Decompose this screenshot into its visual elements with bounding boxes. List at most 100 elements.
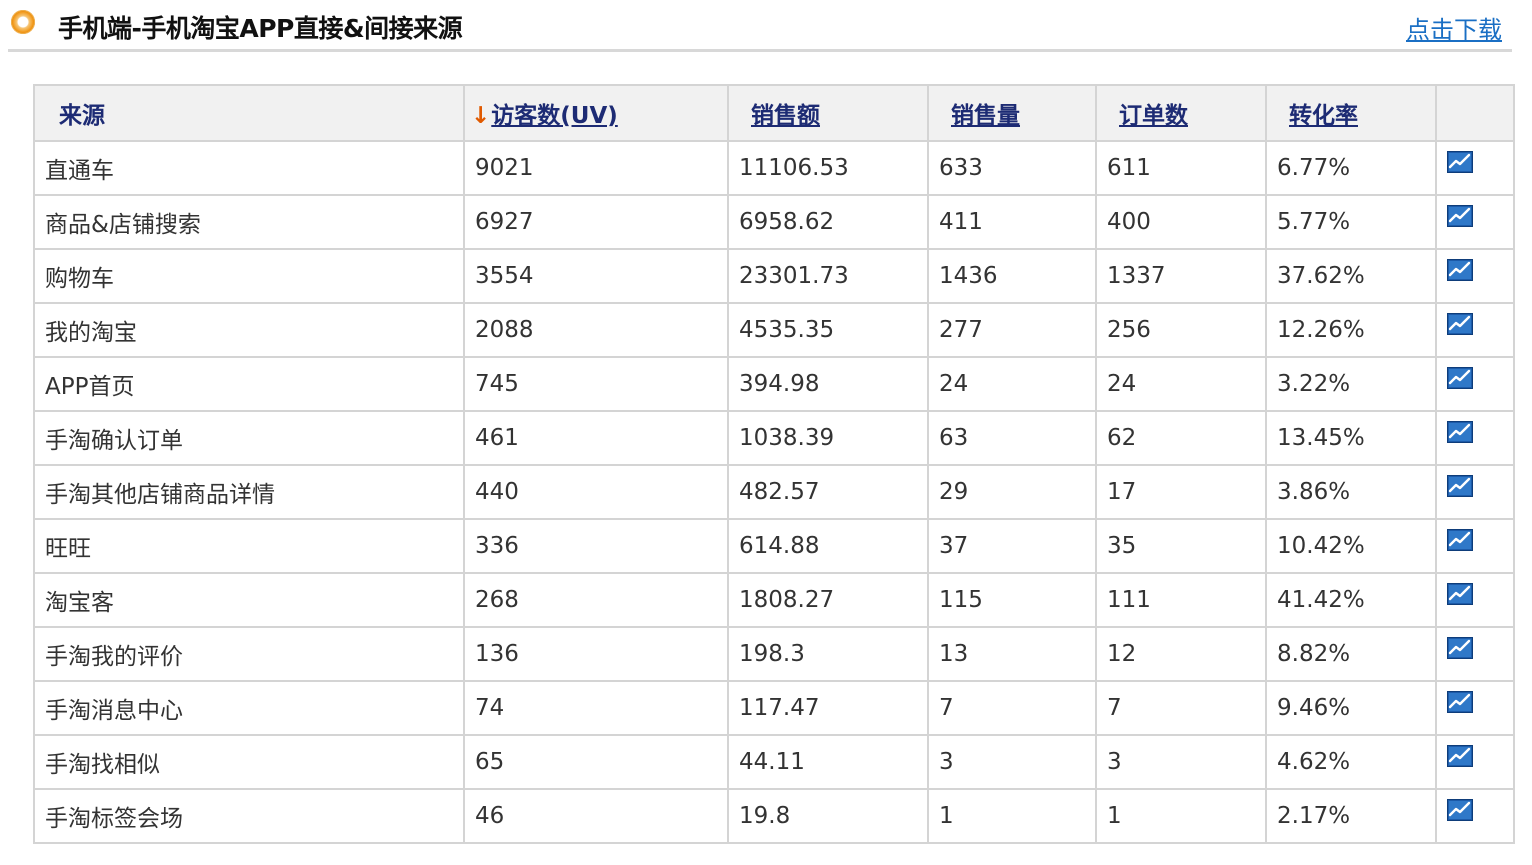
orders-cell: 35 xyxy=(1095,518,1267,574)
source-cell: 旺旺 xyxy=(33,518,465,574)
sales-amount-cell: 19.8 xyxy=(727,788,929,844)
trend-chart-icon[interactable] xyxy=(1447,690,1473,713)
trend-cell xyxy=(1435,572,1515,628)
column-header-orders[interactable]: 订单数 xyxy=(1095,84,1267,142)
sort-link-visitors[interactable]: 访客数(UV) xyxy=(491,103,618,129)
orange-bullet-icon xyxy=(11,10,35,34)
conversion-cell: 37.62% xyxy=(1265,248,1437,304)
trend-cell xyxy=(1435,626,1515,682)
trend-chart-icon[interactable] xyxy=(1447,636,1473,659)
visitors-cell: 74 xyxy=(463,680,729,736)
table-row: 手淘我的评价 136 198.3 13 12 8.82% xyxy=(33,626,1515,682)
table-row: 商品&店铺搜索 6927 6958.62 411 400 5.77% xyxy=(33,194,1515,250)
table-row: 手淘消息中心 74 117.47 7 7 9.46% xyxy=(33,680,1515,736)
table-row: 手淘找相似 65 44.11 3 3 4.62% xyxy=(33,734,1515,790)
visitors-cell: 461 xyxy=(463,410,729,466)
orders-cell: 24 xyxy=(1095,356,1267,412)
trend-cell xyxy=(1435,410,1515,466)
sales-volume-cell: 115 xyxy=(927,572,1097,628)
table-row: 我的淘宝 2088 4535.35 277 256 12.26% xyxy=(33,302,1515,358)
sales-amount-cell: 394.98 xyxy=(727,356,929,412)
column-header-trend xyxy=(1435,84,1515,142)
trend-cell xyxy=(1435,464,1515,520)
conversion-cell: 13.45% xyxy=(1265,410,1437,466)
trend-cell xyxy=(1435,734,1515,790)
column-header-sales-volume[interactable]: 销售量 xyxy=(927,84,1097,142)
visitors-cell: 336 xyxy=(463,518,729,574)
sales-volume-cell: 37 xyxy=(927,518,1097,574)
visitors-cell: 9021 xyxy=(463,140,729,196)
visitors-cell: 46 xyxy=(463,788,729,844)
visitors-cell: 2088 xyxy=(463,302,729,358)
trend-chart-icon[interactable] xyxy=(1447,420,1473,443)
source-cell: 手淘其他店铺商品详情 xyxy=(33,464,465,520)
trend-cell xyxy=(1435,302,1515,358)
trend-chart-icon[interactable] xyxy=(1447,744,1473,767)
sales-volume-cell: 633 xyxy=(927,140,1097,196)
trend-chart-icon[interactable] xyxy=(1447,150,1473,173)
trend-chart-icon[interactable] xyxy=(1447,366,1473,389)
trend-chart-icon[interactable] xyxy=(1447,258,1473,281)
table-row: 直通车 9021 11106.53 633 611 6.77% xyxy=(33,140,1515,196)
visitors-cell: 136 xyxy=(463,626,729,682)
trend-cell xyxy=(1435,518,1515,574)
conversion-cell: 12.26% xyxy=(1265,302,1437,358)
trend-cell xyxy=(1435,356,1515,412)
sales-amount-cell: 1808.27 xyxy=(727,572,929,628)
visitors-cell: 65 xyxy=(463,734,729,790)
trend-chart-icon[interactable] xyxy=(1447,312,1473,335)
conversion-cell: 8.82% xyxy=(1265,626,1437,682)
sort-link-sales-volume[interactable]: 销售量 xyxy=(951,103,1020,129)
column-header-visitors[interactable]: ↓访客数(UV) xyxy=(463,84,729,142)
trend-chart-icon[interactable] xyxy=(1447,528,1473,551)
source-cell: 商品&店铺搜索 xyxy=(33,194,465,250)
conversion-cell: 9.46% xyxy=(1265,680,1437,736)
sales-amount-cell: 44.11 xyxy=(727,734,929,790)
sales-volume-cell: 1 xyxy=(927,788,1097,844)
conversion-cell: 5.77% xyxy=(1265,194,1437,250)
trend-chart-icon[interactable] xyxy=(1447,582,1473,605)
visitors-cell: 745 xyxy=(463,356,729,412)
trend-chart-icon[interactable] xyxy=(1447,204,1473,227)
table-row: 购物车 3554 23301.73 1436 1337 37.62% xyxy=(33,248,1515,304)
orders-cell: 1 xyxy=(1095,788,1267,844)
section-title-bar: 手机端-手机淘宝APP直接&间接来源 点击下载 xyxy=(8,0,1512,52)
source-cell: 手淘找相似 xyxy=(33,734,465,790)
trend-cell xyxy=(1435,194,1515,250)
sales-amount-cell: 4535.35 xyxy=(727,302,929,358)
sales-amount-cell: 614.88 xyxy=(727,518,929,574)
sort-link-sales-amount[interactable]: 销售额 xyxy=(751,103,820,129)
orders-cell: 12 xyxy=(1095,626,1267,682)
table-row: 手淘标签会场 46 19.8 1 1 2.17% xyxy=(33,788,1515,844)
conversion-cell: 3.22% xyxy=(1265,356,1437,412)
sales-amount-cell: 23301.73 xyxy=(727,248,929,304)
sales-volume-cell: 3 xyxy=(927,734,1097,790)
traffic-source-table: 来源 ↓访客数(UV) 销售额 销售量 订单数 转化率 直通车 9021 11106… xyxy=(33,84,1515,844)
trend-cell xyxy=(1435,788,1515,844)
sales-volume-cell: 29 xyxy=(927,464,1097,520)
conversion-cell: 2.17% xyxy=(1265,788,1437,844)
trend-cell xyxy=(1435,140,1515,196)
trend-chart-icon[interactable] xyxy=(1447,474,1473,497)
trend-chart-icon[interactable] xyxy=(1447,798,1473,821)
source-cell: 我的淘宝 xyxy=(33,302,465,358)
sales-volume-cell: 63 xyxy=(927,410,1097,466)
sort-down-arrow-icon: ↓ xyxy=(471,103,491,129)
table-row: 淘宝客 268 1808.27 115 111 41.42% xyxy=(33,572,1515,628)
table-row: 手淘确认订单 461 1038.39 63 62 13.45% xyxy=(33,410,1515,466)
sort-link-orders[interactable]: 订单数 xyxy=(1119,103,1188,129)
orders-cell: 400 xyxy=(1095,194,1267,250)
sales-volume-cell: 24 xyxy=(927,356,1097,412)
download-link[interactable]: 点击下载 xyxy=(1406,10,1502,45)
page-title: 手机端-手机淘宝APP直接&间接来源 xyxy=(58,14,463,43)
column-header-conversion[interactable]: 转化率 xyxy=(1265,84,1437,142)
visitors-cell: 3554 xyxy=(463,248,729,304)
sort-link-conversion[interactable]: 转化率 xyxy=(1289,103,1358,129)
orders-cell: 17 xyxy=(1095,464,1267,520)
column-header-sales-amount[interactable]: 销售额 xyxy=(727,84,929,142)
orders-cell: 3 xyxy=(1095,734,1267,790)
sales-amount-cell: 198.3 xyxy=(727,626,929,682)
conversion-cell: 41.42% xyxy=(1265,572,1437,628)
sales-amount-cell: 6958.62 xyxy=(727,194,929,250)
conversion-cell: 4.62% xyxy=(1265,734,1437,790)
